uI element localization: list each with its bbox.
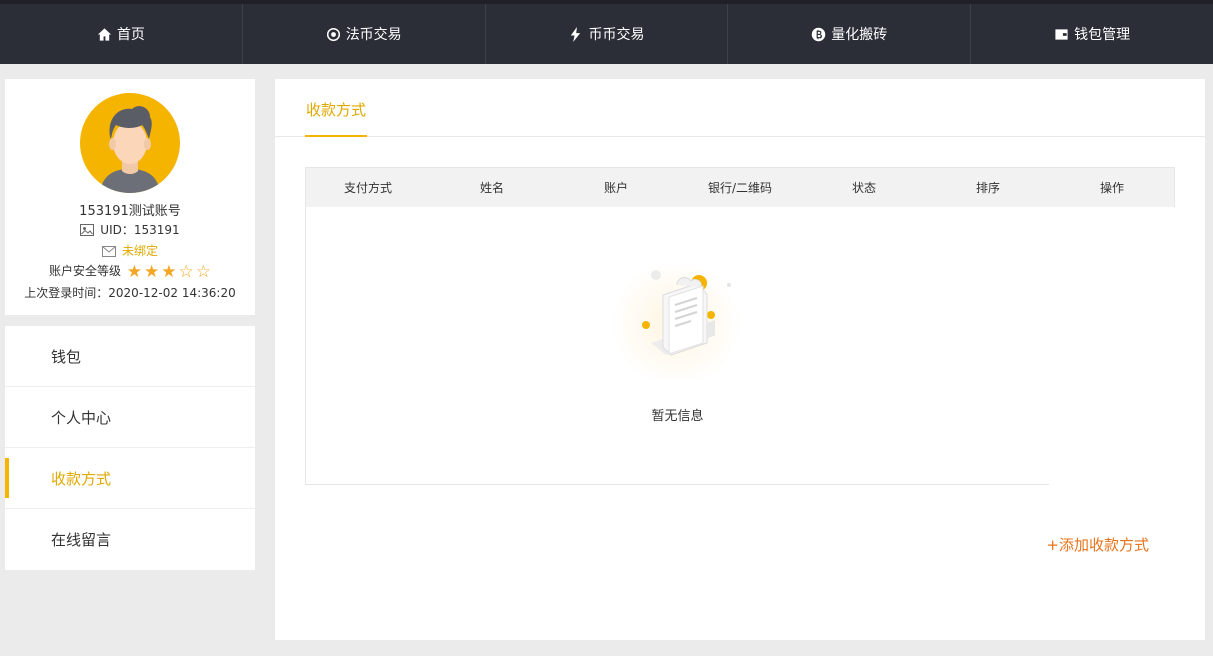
table-header: 支付方式 姓名 账户 银行/二维码 状态 排序 操作 bbox=[306, 168, 1175, 207]
home-icon bbox=[97, 27, 111, 41]
star-filled-icon: ★ bbox=[126, 262, 143, 282]
account-name: 153191测试账号 bbox=[79, 204, 181, 219]
security-level-label: 账户安全等级 bbox=[48, 264, 121, 278]
empty-state: 暂无信息 bbox=[306, 207, 1049, 485]
id-card-icon bbox=[80, 224, 95, 236]
security-stars: ★ ★ ★ ☆ ☆ bbox=[125, 262, 212, 282]
empty-document-illustration bbox=[611, 255, 741, 380]
star-filled-icon: ★ bbox=[144, 262, 160, 282]
nav-item-home[interactable]: 首页 bbox=[0, 4, 243, 64]
column-header: 银行/二维码 bbox=[707, 181, 773, 195]
wallet-icon bbox=[1055, 28, 1068, 40]
column-header: 姓名 bbox=[479, 181, 504, 195]
column-header: 状态 bbox=[851, 181, 876, 195]
menu-item-label: 个人中心 bbox=[51, 408, 112, 427]
menu-item-label: 在线留言 bbox=[51, 531, 112, 549]
payment-methods-table: 支付方式 姓名 账户 银行/二维码 状态 排序 操作 暂无信息 bbox=[305, 167, 1176, 487]
star-filled-icon: ★ bbox=[161, 262, 177, 282]
menu-item-personal-center[interactable]: 个人中心 bbox=[5, 387, 255, 448]
avatar bbox=[80, 93, 180, 193]
empty-message: 暂无信息 bbox=[651, 409, 704, 424]
lightning-icon bbox=[571, 26, 581, 42]
top-nav: 首页 法币交易 币币交易 量化搬砖 钱包管理 bbox=[0, 0, 1213, 64]
nav-label: 钱包管理 bbox=[1074, 27, 1131, 43]
profile-card: 153191测试账号 UID：153191 未绑定 账户安全等级 ★ ★ ★ ☆ ☆ 上… bbox=[5, 79, 255, 315]
circle-target-icon bbox=[326, 27, 340, 41]
tab-payment-methods[interactable]: 收款方式 bbox=[305, 99, 368, 137]
uid-value: 153191 bbox=[133, 223, 180, 237]
nav-label: 币币交易 bbox=[588, 27, 645, 43]
nav-label: 法币交易 bbox=[345, 27, 402, 43]
tab-bar: 收款方式 bbox=[275, 79, 1205, 137]
column-header: 操作 bbox=[1099, 181, 1124, 195]
star-empty-icon: ☆ bbox=[178, 262, 194, 282]
email-row[interactable]: 未绑定 bbox=[5, 242, 255, 259]
menu-item-online-message[interactable]: 在线留言 bbox=[5, 509, 255, 570]
nav-item-wallet-manage[interactable]: 钱包管理 bbox=[971, 4, 1213, 64]
menu-item-payment-methods[interactable]: 收款方式 bbox=[5, 448, 255, 509]
nav-label: 量化搬砖 bbox=[831, 27, 888, 43]
email-status: 未绑定 bbox=[121, 244, 158, 258]
envelope-icon bbox=[101, 246, 116, 257]
last-login-value: 2020-12-02 14:36:20 bbox=[108, 286, 236, 300]
user-avatar-icon bbox=[100, 106, 160, 193]
table-edge-mask bbox=[1049, 207, 1176, 487]
nav-item-fiat-trade[interactable]: 法币交易 bbox=[243, 4, 486, 64]
security-level-row: 账户安全等级 ★ ★ ★ ☆ ☆ bbox=[5, 262, 255, 281]
last-login-row: 上次登录时间：2020-12-02 14:36:20 bbox=[5, 284, 255, 301]
uid-row: UID：153191 bbox=[5, 221, 255, 238]
nav-item-quant-arbitrage[interactable]: 量化搬砖 bbox=[728, 4, 972, 64]
menu-item-label: 钱包 bbox=[51, 347, 82, 366]
column-header: 排序 bbox=[975, 181, 1000, 195]
column-header: 账户 bbox=[603, 181, 628, 195]
main-panel: 收款方式 支付方式 姓名 账户 银行/二维码 状态 排序 操作 暂无信息 +添加… bbox=[275, 79, 1205, 640]
side-menu: 钱包 个人中心 收款方式 在线留言 bbox=[5, 326, 255, 570]
column-header: 支付方式 bbox=[343, 181, 392, 195]
bitcoin-icon bbox=[812, 27, 826, 41]
add-payment-method-button[interactable]: +添加收款方式 bbox=[1046, 534, 1149, 555]
star-empty-icon: ☆ bbox=[195, 262, 212, 282]
menu-item-wallet[interactable]: 钱包 bbox=[5, 326, 255, 387]
nav-item-coin-trade[interactable]: 币币交易 bbox=[486, 4, 729, 64]
nav-label: 首页 bbox=[116, 27, 145, 43]
uid-label: UID： bbox=[100, 223, 134, 237]
menu-item-label: 收款方式 bbox=[51, 469, 112, 488]
last-login-label: 上次登录时间： bbox=[24, 286, 109, 300]
